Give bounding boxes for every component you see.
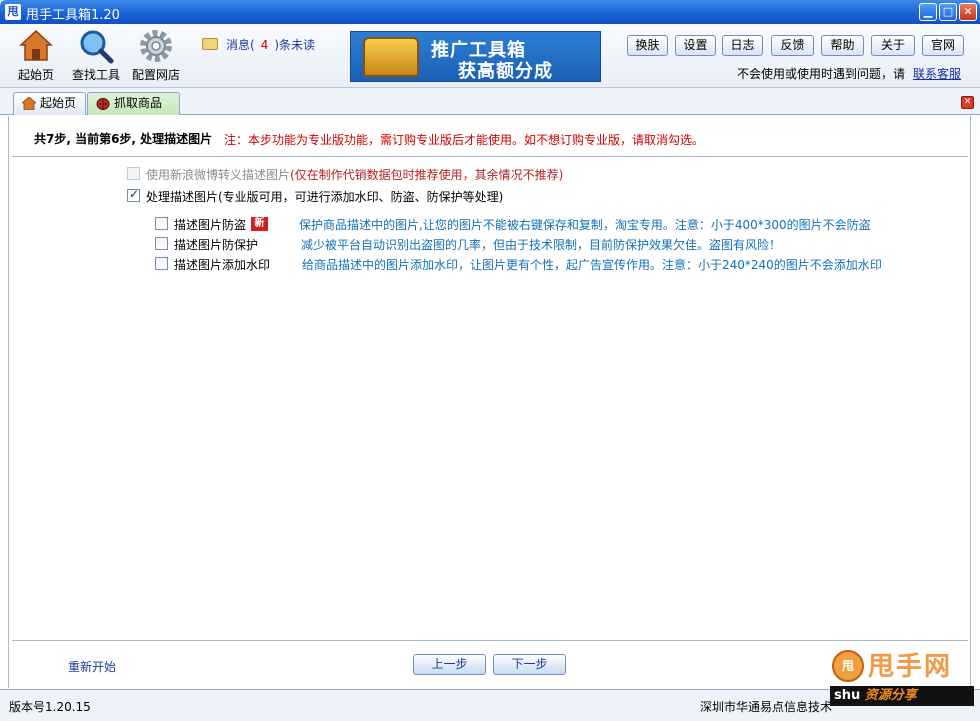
app-logo-icon: 甩: [5, 4, 21, 20]
help-note: 不会使用或使用时遇到问题，请 联系客服: [737, 65, 961, 82]
close-tab-icon[interactable]: ✕: [961, 96, 974, 109]
help-text: 不会使用或使用时遇到问题，请: [737, 67, 906, 81]
find-tools-button[interactable]: 查找工具: [69, 28, 123, 83]
settings-button[interactable]: 设置: [675, 35, 716, 56]
watermark-bar-text: shu: [834, 688, 861, 703]
toolbar: 起始页 查找工具 配置网店 消息( 4 )条未读 推广工具箱 获高额分成 换肤 设置…: [0, 24, 980, 88]
home-icon: [19, 29, 53, 61]
ladybug-icon: [96, 98, 110, 110]
watermark-description: 给商品描述中的图片添加水印，让图片更有个性，起广告宣传作用。注意：小于240*2…: [302, 258, 882, 272]
close-button[interactable]: ✕: [959, 3, 977, 21]
tab-fetch-products-label: 抓取商品: [114, 96, 163, 110]
tab-home-label: 起始页: [40, 96, 77, 110]
site-watermark: 甩 甩手网 shu 资源分享: [830, 646, 974, 706]
step-note: 注：本步功能为专业版功能，需订购专业版后才能使用。如不想订购专业版，请取消勾选。: [224, 133, 705, 147]
watermark-logo-icon: 甩: [832, 650, 864, 682]
message-prefix: 消息(: [226, 38, 255, 52]
step-title: 共7步, 当前第6步, 处理描述图片: [34, 132, 213, 146]
about-button[interactable]: 关于: [871, 35, 915, 56]
weibo-convert-hint: (仅在制作代销数据包时推荐使用，其余情况不推荐): [290, 168, 564, 182]
minimize-button[interactable]: ▁: [919, 3, 937, 21]
watermark-bar: shu 资源分享: [830, 686, 974, 706]
contact-support-link[interactable]: 联系客服: [913, 67, 961, 81]
company-label: 深圳市华通易点信息技术: [700, 700, 833, 714]
skin-button[interactable]: 换肤: [627, 35, 668, 56]
restore-button[interactable]: □: [939, 3, 957, 21]
watermark-bar-site: 资源分享: [864, 688, 917, 703]
divider: [12, 156, 968, 157]
restart-link[interactable]: 重新开始: [68, 658, 116, 675]
banner-line2: 获高额分成: [458, 61, 553, 82]
anti-theft-description: 保护商品描述中的图片,让您的图片不能被右键保存和复制，淘宝专用。注意：小于400…: [299, 218, 871, 232]
gear-icon: [140, 30, 172, 62]
log-button[interactable]: 日志: [722, 35, 763, 56]
home-icon: [22, 97, 36, 110]
window-title: 甩手工具箱1.20: [26, 8, 120, 23]
next-step-button[interactable]: 下一步: [493, 654, 566, 675]
envelope-icon: [202, 38, 218, 50]
tab-fetch-products[interactable]: 抓取商品: [87, 92, 180, 115]
tab-home[interactable]: 起始页: [13, 92, 86, 115]
config-store-label: 配置网店: [131, 68, 180, 82]
unread-messages-link[interactable]: 消息( 4 )条未读: [202, 36, 315, 53]
help-button[interactable]: 帮助: [821, 35, 864, 56]
message-count: 4: [260, 38, 269, 52]
title-bar: 甩 甩手工具箱1.20 ▁ □ ✕: [0, 0, 980, 24]
anti-protection-checkbox[interactable]: [155, 237, 168, 250]
process-images-checkbox[interactable]: [127, 187, 140, 202]
home-tool-label: 起始页: [17, 68, 54, 82]
watermark-label: 描述图片添加水印: [174, 258, 271, 272]
message-suffix: )条未读: [274, 38, 316, 52]
home-tool-button[interactable]: 起始页: [14, 28, 58, 83]
version-label: 版本号1.20.15: [9, 700, 91, 714]
new-badge: 新: [251, 217, 268, 231]
previous-step-button[interactable]: 上一步: [413, 654, 486, 675]
anti-protection-description: 减少被平台自动识别出盗图的几率，但由于技术限制，目前防保护效果欠佳。盗图有风险！: [301, 238, 782, 252]
tab-strip: 起始页 抓取商品: [0, 88, 980, 115]
anti-theft-checkbox[interactable]: [155, 217, 168, 230]
promo-banner[interactable]: 推广工具箱 获高额分成: [350, 31, 601, 82]
process-images-label: 处理描述图片(专业版可用，可进行添加水印、防盗、防保护等处理): [146, 190, 504, 204]
magnifier-icon: [80, 30, 114, 64]
config-store-button[interactable]: 配置网店: [129, 28, 183, 83]
anti-theft-label: 描述图片防盗: [174, 218, 247, 232]
feedback-button[interactable]: 反馈: [771, 35, 814, 56]
anti-protection-label: 描述图片防保护: [174, 238, 259, 252]
weibo-convert-label: 使用新浪微博转义描述图片: [146, 168, 291, 182]
treasure-chest-icon: [363, 37, 419, 77]
watermark-checkbox[interactable]: [155, 257, 168, 270]
weibo-convert-checkbox[interactable]: [127, 167, 140, 180]
official-site-button[interactable]: 官网: [922, 35, 964, 56]
bottom-divider: [12, 640, 968, 641]
find-tools-label: 查找工具: [71, 68, 120, 82]
watermark-title: 甩手网: [868, 652, 953, 682]
